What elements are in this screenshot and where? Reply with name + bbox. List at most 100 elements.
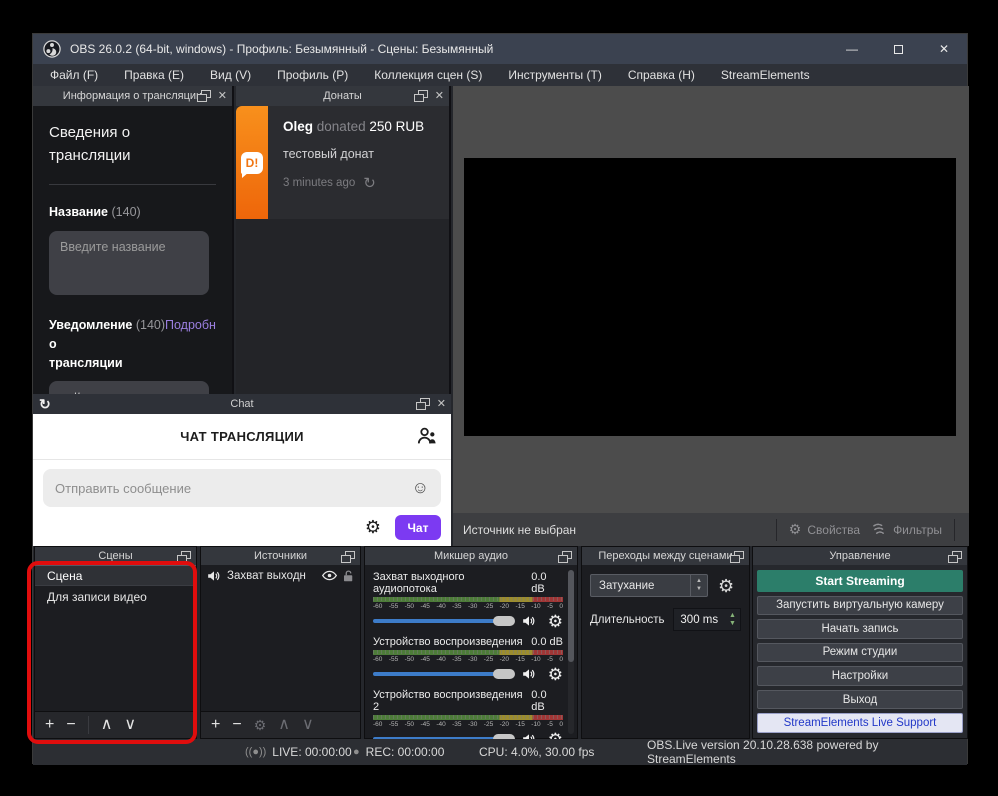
menu-item-5[interactable]: Инструменты (T): [495, 64, 614, 86]
meter-tick-label: -60: [373, 656, 382, 663]
scene-list-item[interactable]: Для записи видео: [35, 586, 196, 607]
mixer-panel-header[interactable]: Микшер аудио: [365, 547, 577, 565]
popout-icon[interactable]: [177, 551, 191, 563]
meter-tick-label: -10: [531, 721, 540, 728]
chat-settings-gear-icon[interactable]: ⚙: [365, 517, 381, 538]
volume-slider[interactable]: [373, 666, 512, 682]
filters-button[interactable]: Фильтры: [872, 523, 942, 537]
viewers-icon[interactable]: [417, 427, 437, 445]
duration-spinner[interactable]: 300 ms ▲ ▼: [673, 608, 741, 631]
meter-tick-label: -40: [436, 603, 445, 610]
mixer-scrollbar[interactable]: [568, 570, 574, 734]
volume-meter: [373, 715, 563, 720]
slider-handle[interactable]: [493, 616, 515, 626]
add-source-button[interactable]: +: [211, 717, 220, 733]
volume-slider[interactable]: [373, 613, 512, 629]
channel-settings-gear-icon[interactable]: ⚙: [548, 613, 563, 630]
chat-message-input[interactable]: [55, 481, 412, 496]
popout-icon[interactable]: [948, 551, 962, 563]
popout-icon[interactable]: [197, 90, 211, 102]
popout-icon[interactable]: [558, 551, 572, 563]
chat-tab-button[interactable]: Чат: [395, 515, 441, 540]
stream-title-input[interactable]: [49, 231, 209, 295]
streamelements-support-button[interactable]: StreamElements Live Support: [757, 713, 963, 733]
move-scene-up-button[interactable]: ∧: [101, 717, 113, 733]
reload-icon[interactable]: ↻: [39, 394, 51, 414]
menu-item-7[interactable]: StreamElements: [708, 64, 823, 86]
controls-panel-header[interactable]: Управление: [753, 547, 967, 565]
transition-settings-gear-icon[interactable]: ⚙: [718, 577, 734, 595]
control-button[interactable]: Выход: [757, 690, 963, 710]
start-streaming-button[interactable]: Start Streaming: [757, 570, 963, 592]
stream-info-dock-header[interactable]: Информация о трансляции ✕: [33, 86, 232, 106]
mute-speaker-icon[interactable]: [522, 615, 536, 627]
move-source-down-button[interactable]: ∨: [302, 717, 314, 733]
maximize-button[interactable]: [875, 34, 921, 64]
popout-icon[interactable]: [414, 90, 428, 102]
title-bar[interactable]: OBS 26.0.2 (64-bit, windows) - Профиль: …: [33, 34, 967, 64]
donation-item[interactable]: D! Oleg donated 250 RUB тестовый донат 3…: [236, 106, 449, 219]
donation-accent-bar: D!: [236, 106, 268, 219]
menu-item-0[interactable]: Файл (F): [37, 64, 111, 86]
details-link[interactable]: Подробн: [165, 318, 216, 332]
add-scene-button[interactable]: +: [45, 717, 54, 733]
popout-icon[interactable]: [730, 551, 744, 563]
notification-field-label: Уведомление (140)Подробн о трансляции: [49, 316, 216, 372]
popout-icon[interactable]: [416, 398, 430, 410]
chat-dock-header[interactable]: ↻ Chat ✕: [33, 394, 451, 414]
close-button[interactable]: ✕: [921, 34, 967, 64]
remove-scene-button[interactable]: −: [66, 717, 75, 733]
close-icon[interactable]: ✕: [218, 91, 227, 102]
meter-tick-label: -25: [484, 603, 493, 610]
control-button[interactable]: Запустить виртуальную камеру: [757, 596, 963, 616]
control-button[interactable]: Начать запись: [757, 619, 963, 639]
minimize-button[interactable]: —: [829, 34, 875, 64]
menu-item-6[interactable]: Справка (H): [615, 64, 708, 86]
spinner-up-icon[interactable]: ▲: [729, 612, 736, 620]
stream-notification-input[interactable]: pattsa начинает: [49, 381, 209, 395]
remove-source-button[interactable]: −: [232, 717, 241, 733]
channel-settings-gear-icon[interactable]: ⚙: [548, 666, 563, 683]
meter-tick-label: -50: [405, 656, 414, 663]
mute-speaker-icon[interactable]: [522, 668, 536, 680]
sources-panel-header[interactable]: Источники: [201, 547, 360, 565]
move-source-up-button[interactable]: ∧: [278, 717, 290, 733]
donations-dock: Донаты ✕ D! Oleg donated 250 RUB: [236, 86, 451, 394]
move-scene-down-button[interactable]: ∨: [124, 717, 136, 733]
visibility-eye-icon[interactable]: [322, 570, 337, 581]
meter-tick-label: 0: [559, 721, 563, 728]
menu-item-3[interactable]: Профиль (P): [264, 64, 361, 86]
control-button[interactable]: Режим студии: [757, 643, 963, 663]
meter-tick-label: -10: [531, 656, 540, 663]
version-text: OBS.Live version 20.10.28.638 powered by…: [647, 738, 967, 766]
replay-icon[interactable]: ↻: [363, 174, 376, 192]
source-properties-gear-icon[interactable]: ⚙: [254, 718, 267, 732]
mixer-channel-level: 0.0 dB: [531, 689, 563, 713]
menu-item-1[interactable]: Правка (E): [111, 64, 197, 86]
popout-icon[interactable]: [341, 551, 355, 563]
chat-body: ЧАТ ТРАНСЛЯЦИИ ☺ ⚙ Чат: [33, 414, 451, 546]
transition-select[interactable]: Затухание ▲ ▼: [590, 574, 708, 597]
slider-handle[interactable]: [493, 669, 515, 679]
properties-button[interactable]: ⚙ Свойства: [789, 521, 860, 538]
donor-name: Oleg: [283, 119, 313, 134]
control-button[interactable]: Настройки: [757, 666, 963, 686]
source-list-item[interactable]: Захват выходн: [201, 565, 360, 586]
mixer-channel-name: Захват выходного аудиопотока: [373, 571, 531, 595]
close-icon[interactable]: ✕: [435, 91, 444, 102]
scenes-panel-header[interactable]: Сцены: [35, 547, 196, 565]
menu-item-4[interactable]: Коллекция сцен (S): [361, 64, 495, 86]
scrollbar-thumb[interactable]: [568, 570, 574, 662]
donations-dock-header[interactable]: Донаты ✕: [236, 86, 449, 106]
menu-item-2[interactable]: Вид (V): [197, 64, 264, 86]
transitions-panel-header[interactable]: Переходы между сценами: [582, 547, 749, 565]
emoji-icon[interactable]: ☺: [412, 478, 429, 498]
spinner-down-icon[interactable]: ▼: [729, 620, 736, 628]
stream-info-body: Сведения о трансляции Название (140) Уве…: [33, 106, 232, 394]
close-icon[interactable]: ✕: [437, 399, 446, 410]
meter-tick-label: -60: [373, 603, 382, 610]
donation-action: donated: [317, 119, 366, 134]
scene-list-item[interactable]: Сцена: [35, 565, 196, 586]
lock-icon[interactable]: [343, 570, 354, 582]
scene-canvas[interactable]: [464, 158, 956, 436]
